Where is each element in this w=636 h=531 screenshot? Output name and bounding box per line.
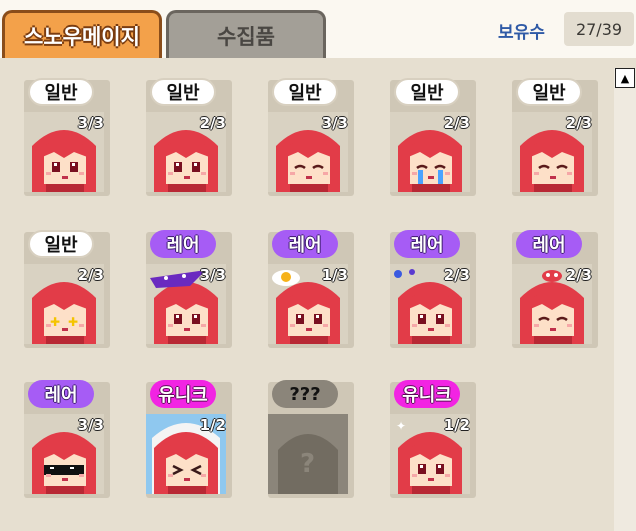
rarity-badge: 일반 bbox=[272, 78, 338, 106]
svg-text:✦: ✦ bbox=[396, 419, 406, 433]
rarity-badge: 유니크 bbox=[150, 380, 216, 408]
scrollbar[interactable]: ▲ bbox=[614, 68, 636, 531]
svg-text:✚: ✚ bbox=[68, 315, 78, 329]
svg-text:✚: ✚ bbox=[50, 315, 60, 329]
top-bar: 스노우메이지 수집품 보유수 27/39 bbox=[0, 0, 636, 58]
owned-count: 27/39 bbox=[564, 12, 634, 46]
tab-snow-mage[interactable]: 스노우메이지 bbox=[2, 10, 162, 58]
rarity-badge: 일반 bbox=[28, 78, 94, 106]
rarity-badge: 레어 bbox=[516, 230, 582, 258]
rarity-badge: 일반 bbox=[28, 230, 94, 258]
character-card[interactable]: 레어 2/3 bbox=[382, 230, 476, 348]
owned-label: 보유수 bbox=[498, 23, 545, 43]
rarity-badge: 일반 bbox=[394, 78, 460, 106]
character-card[interactable]: ??? ? bbox=[260, 380, 354, 498]
scroll-up-arrow-icon[interactable]: ▲ bbox=[615, 68, 635, 88]
card-count: 2/3 bbox=[77, 266, 104, 284]
card-count: 1/3 bbox=[321, 266, 348, 284]
character-card[interactable]: 레어 1/3 bbox=[260, 230, 354, 348]
card-count: 3/3 bbox=[199, 266, 226, 284]
character-card[interactable]: 일반 ✚ ✚ 2/3 bbox=[16, 230, 110, 348]
character-card[interactable]: 일반 2/3 bbox=[138, 78, 232, 196]
card-count: 1/2 bbox=[199, 416, 226, 434]
rarity-badge: 레어 bbox=[394, 230, 460, 258]
rarity-badge: 레어 bbox=[28, 380, 94, 408]
card-count: 2/3 bbox=[443, 114, 470, 132]
character-card[interactable]: 일반 3/3 bbox=[260, 78, 354, 196]
character-card[interactable]: 일반 2/3 bbox=[382, 78, 476, 196]
character-card[interactable]: 레어 3/3 bbox=[16, 380, 110, 498]
card-count: 3/3 bbox=[77, 114, 104, 132]
character-card[interactable]: 유니크 ✦ 1/2 bbox=[382, 380, 476, 498]
card-count: 2/3 bbox=[565, 266, 592, 284]
card-count: 2/3 bbox=[199, 114, 226, 132]
locked-portrait-icon: ? bbox=[268, 414, 348, 494]
rarity-badge: 일반 bbox=[150, 78, 216, 106]
rarity-badge: 일반 bbox=[516, 78, 582, 106]
rarity-badge: 유니크 bbox=[394, 380, 460, 408]
rarity-badge: 레어 bbox=[150, 230, 216, 258]
card-count: 2/3 bbox=[443, 266, 470, 284]
character-card[interactable]: 일반 2/3 bbox=[504, 78, 598, 196]
card-count: 3/3 bbox=[321, 114, 348, 132]
rarity-badge: 레어 bbox=[272, 230, 338, 258]
card-count: 1/2 bbox=[443, 416, 470, 434]
card-count: 3/3 bbox=[77, 416, 104, 434]
character-card[interactable]: 일반 3/3 bbox=[16, 78, 110, 196]
character-card[interactable]: 유니크 1/2 bbox=[138, 380, 232, 498]
card-count: 2/3 bbox=[565, 114, 592, 132]
character-card[interactable]: 레어 3/3 bbox=[138, 230, 232, 348]
character-card[interactable]: 레어 2/3 bbox=[504, 230, 598, 348]
tab-collectibles[interactable]: 수집품 bbox=[166, 10, 326, 58]
svg-text:?: ? bbox=[300, 449, 315, 479]
rarity-badge: ??? bbox=[272, 380, 338, 408]
